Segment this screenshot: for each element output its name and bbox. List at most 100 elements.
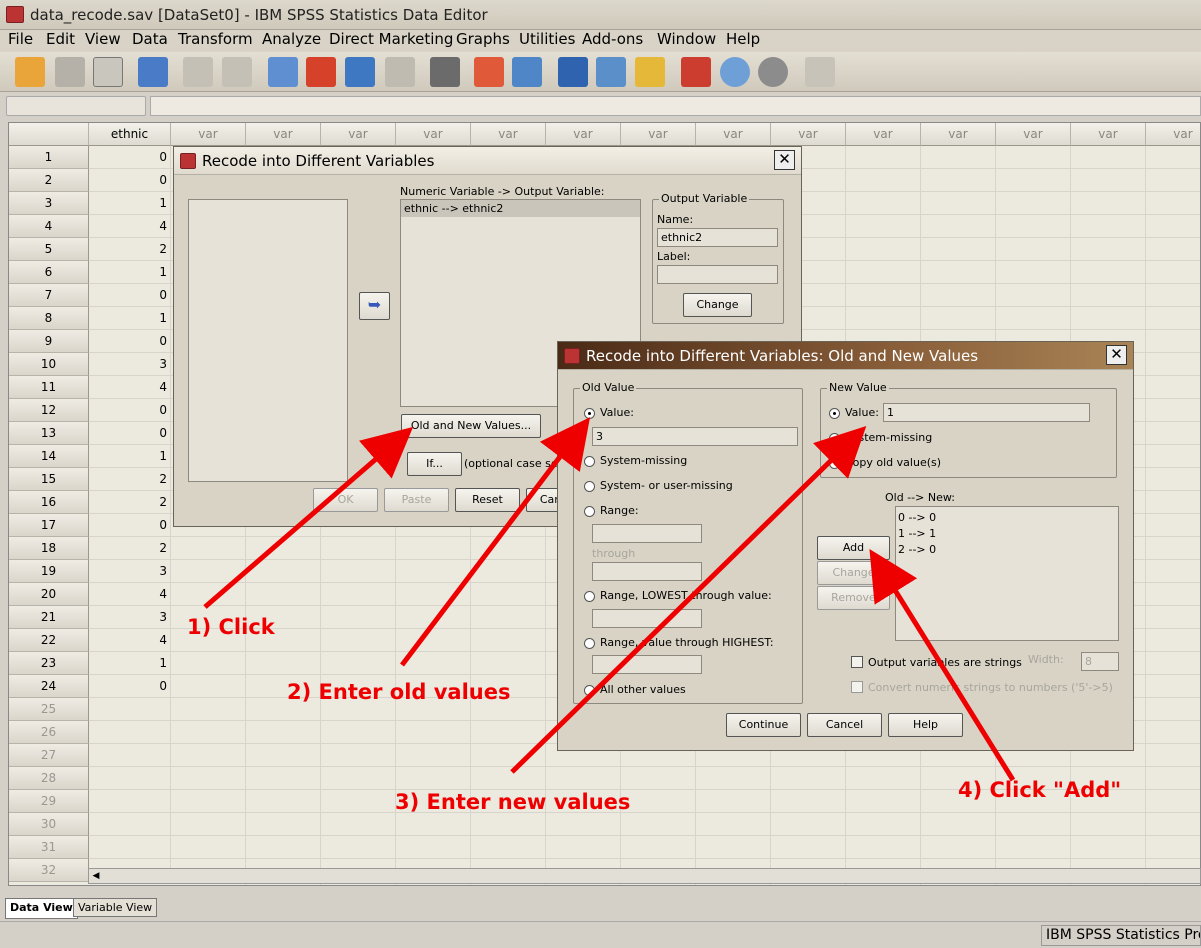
menu-graphs[interactable]: Graphs <box>456 30 510 48</box>
table-cell[interactable]: 3 <box>89 606 171 629</box>
name-input[interactable]: ethnic2 <box>657 228 778 247</box>
table-cell[interactable]: 4 <box>89 376 171 399</box>
move-variable-arrow-icon[interactable]: ➥ <box>359 292 390 320</box>
column-header-ethnic[interactable]: ethnic <box>89 123 171 146</box>
tab-data-view[interactable]: Data View <box>5 898 78 919</box>
list-item[interactable]: 2 --> 0 <box>898 542 1116 558</box>
column-header-var[interactable]: var <box>846 123 921 146</box>
table-cell[interactable]: 1 <box>89 307 171 330</box>
tab-variable-view[interactable]: Variable View <box>73 898 158 917</box>
show-all-variables-icon[interactable] <box>758 57 788 87</box>
table-cell[interactable] <box>89 721 171 744</box>
insert-case-icon[interactable] <box>474 57 504 87</box>
table-cell[interactable]: 0 <box>89 169 171 192</box>
row-header[interactable]: 19 <box>9 560 89 583</box>
menu-utilities[interactable]: Utilities <box>519 30 575 48</box>
row-header[interactable]: 29 <box>9 790 89 813</box>
source-variable-list[interactable] <box>188 199 348 482</box>
row-header[interactable]: 4 <box>9 215 89 238</box>
menu-edit[interactable]: Edit <box>46 30 75 48</box>
table-cell[interactable]: 0 <box>89 330 171 353</box>
column-header-var[interactable]: var <box>621 123 696 146</box>
row-header[interactable]: 8 <box>9 307 89 330</box>
row-header[interactable]: 3 <box>9 192 89 215</box>
old-value-radio[interactable] <box>584 408 595 419</box>
select-cases-icon[interactable] <box>635 57 665 87</box>
old-new-list[interactable]: 0 --> 0 1 --> 1 2 --> 0 <box>895 506 1119 641</box>
variables-icon[interactable] <box>345 57 375 87</box>
table-cell[interactable]: 4 <box>89 629 171 652</box>
row-header[interactable]: 17 <box>9 514 89 537</box>
row-header[interactable]: 14 <box>9 445 89 468</box>
column-header-var[interactable]: var <box>996 123 1071 146</box>
row-header[interactable]: 22 <box>9 629 89 652</box>
menu-add-ons[interactable]: Add-ons <box>582 30 643 48</box>
menu-direct-marketing[interactable]: Direct Marketing <box>329 30 453 48</box>
all-other-values-radio[interactable] <box>584 685 595 696</box>
table-cell[interactable]: 4 <box>89 215 171 238</box>
range-highest-radio[interactable] <box>584 638 595 649</box>
table-cell[interactable] <box>89 698 171 721</box>
remove-button[interactable]: Remove <box>817 586 890 610</box>
table-cell[interactable] <box>89 744 171 767</box>
run-icon[interactable] <box>385 57 415 87</box>
open-icon[interactable] <box>15 57 45 87</box>
dialog-recall-icon[interactable] <box>138 57 168 87</box>
old-and-new-values-button[interactable]: Old and New Values... <box>401 414 541 438</box>
save-icon[interactable] <box>55 57 85 87</box>
copy-old-value-radio[interactable] <box>829 458 840 469</box>
table-cell[interactable]: 3 <box>89 560 171 583</box>
menu-view[interactable]: View <box>85 30 121 48</box>
row-header[interactable]: 2 <box>9 169 89 192</box>
table-cell[interactable] <box>89 767 171 790</box>
menu-window[interactable]: Window <box>657 30 716 48</box>
table-cell[interactable]: 2 <box>89 468 171 491</box>
row-header[interactable]: 6 <box>9 261 89 284</box>
column-header-var[interactable]: var <box>396 123 471 146</box>
cancel-button[interactable]: Cancel <box>807 713 882 737</box>
row-header[interactable]: 10 <box>9 353 89 376</box>
table-cell[interactable]: 2 <box>89 537 171 560</box>
menu-data[interactable]: Data <box>132 30 168 48</box>
print-icon[interactable] <box>93 57 123 87</box>
change-button[interactable]: Change <box>683 293 752 317</box>
column-header-var[interactable]: var <box>246 123 321 146</box>
label-input[interactable] <box>657 265 778 284</box>
split-file-icon[interactable] <box>558 57 588 87</box>
reset-button[interactable]: Reset <box>455 488 520 512</box>
table-cell[interactable]: 0 <box>89 284 171 307</box>
output-strings-checkbox[interactable] <box>851 656 863 668</box>
column-header-var[interactable]: var <box>171 123 246 146</box>
cell-reference-box[interactable] <box>6 96 146 116</box>
table-cell[interactable]: 0 <box>89 399 171 422</box>
row-header[interactable]: 24 <box>9 675 89 698</box>
column-header-var[interactable]: var <box>1146 123 1200 146</box>
corner-cell[interactable] <box>9 123 89 146</box>
row-header[interactable]: 16 <box>9 491 89 514</box>
column-header-var[interactable]: var <box>546 123 621 146</box>
use-variable-sets-icon[interactable] <box>720 57 750 87</box>
insert-variable-icon[interactable] <box>512 57 542 87</box>
redo-icon[interactable] <box>222 57 252 87</box>
table-cell[interactable] <box>89 813 171 836</box>
range-lowest-input[interactable] <box>592 609 702 628</box>
ok-button[interactable]: OK <box>313 488 378 512</box>
new-system-missing-radio[interactable] <box>829 433 840 444</box>
scroll-left-icon[interactable]: ◀ <box>89 869 103 883</box>
width-input[interactable]: 8 <box>1081 652 1119 671</box>
old-value-input[interactable]: 3 <box>592 427 798 446</box>
new-value-radio[interactable] <box>829 408 840 419</box>
row-header[interactable]: 23 <box>9 652 89 675</box>
close-icon[interactable]: ✕ <box>1106 345 1127 365</box>
range-from-input[interactable] <box>592 524 702 543</box>
table-cell[interactable]: 0 <box>89 514 171 537</box>
table-cell[interactable]: 4 <box>89 583 171 606</box>
system-user-missing-radio[interactable] <box>584 481 595 492</box>
row-header[interactable]: 13 <box>9 422 89 445</box>
range-lowest-radio[interactable] <box>584 591 595 602</box>
table-cell[interactable]: 1 <box>89 261 171 284</box>
weight-cases-icon[interactable] <box>596 57 626 87</box>
row-header[interactable]: 1 <box>9 146 89 169</box>
row-header[interactable]: 28 <box>9 767 89 790</box>
column-header-var[interactable]: var <box>696 123 771 146</box>
